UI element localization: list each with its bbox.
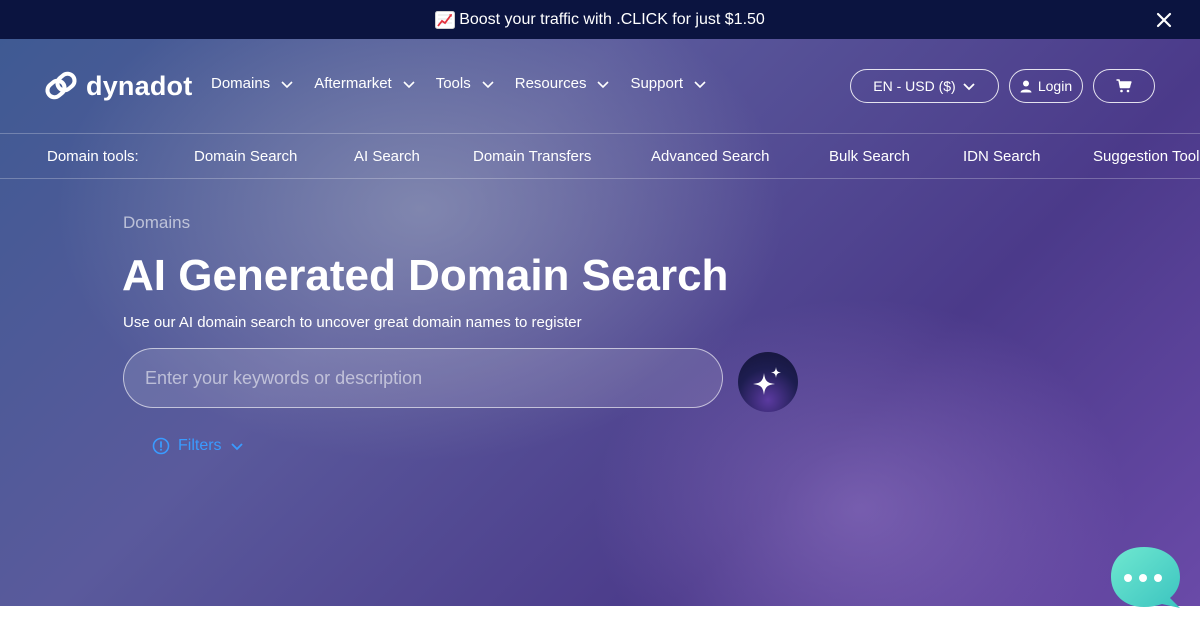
shopping-cart-icon — [1116, 79, 1132, 93]
chevron-down-icon — [281, 80, 293, 88]
nav-item-label: Support — [630, 75, 683, 92]
nav-item-aftermarket[interactable]: Aftermarket — [314, 75, 416, 92]
chart-increasing-icon — [435, 10, 456, 29]
tool-link-suggestion-tool[interactable]: Suggestion Tool — [1093, 148, 1199, 165]
nav-item-label: Aftermarket — [314, 75, 392, 92]
page-title: AI Generated Domain Search — [122, 251, 729, 300]
login-label: Login — [1037, 78, 1073, 94]
dynadot-logo[interactable]: dynadot — [44, 68, 192, 104]
hero-section: dynadot Domains Aftermarket Tools Resour… — [0, 39, 1200, 606]
tool-link-bulk-search[interactable]: Bulk Search — [829, 148, 910, 165]
ai-search-button[interactable] — [738, 352, 798, 412]
language-currency-button[interactable]: EN - USD ($) — [850, 69, 999, 103]
chevron-down-icon — [403, 80, 415, 88]
nav-item-label: Resources — [514, 75, 587, 92]
nav-item-domains[interactable]: Domains — [211, 75, 294, 92]
nav-item-label: Tools — [435, 75, 471, 92]
domain-tools-label: Domain tools: — [47, 147, 139, 165]
chevron-down-icon — [482, 80, 494, 88]
user-icon — [1020, 80, 1032, 92]
nav-menu: Domains Aftermarket Tools Resources Supp… — [211, 75, 707, 92]
domain-tools-bar: Domain tools: Domain Search AI Search Do… — [0, 133, 1200, 179]
promo-bar: Boost your traffic with .CLICK for just … — [0, 0, 1200, 39]
logo-text: dynadot — [86, 70, 193, 101]
page-subtitle: Use our AI domain search to uncover grea… — [123, 314, 582, 331]
chain-link-logo-icon — [45, 71, 77, 100]
info-circle-icon — [152, 437, 170, 455]
tool-link-advanced-search[interactable]: Advanced Search — [651, 148, 769, 165]
tool-link-ai-search[interactable]: AI Search — [354, 148, 420, 165]
nav-item-label: Domains — [211, 75, 271, 92]
breadcrumb[interactable]: Domains — [123, 213, 190, 233]
login-button[interactable]: Login — [1009, 69, 1083, 103]
ai-search-input[interactable] — [123, 348, 723, 408]
chevron-down-icon — [597, 80, 610, 88]
filters-toggle[interactable]: Filters — [152, 437, 244, 455]
main-navbar: dynadot Domains Aftermarket Tools Resour… — [0, 39, 1200, 133]
tool-link-domain-transfers[interactable]: Domain Transfers — [473, 148, 591, 165]
filters-label: Filters — [178, 437, 222, 454]
close-icon[interactable] — [1154, 10, 1174, 30]
nav-item-tools[interactable]: Tools — [436, 75, 495, 92]
chevron-down-icon — [230, 443, 243, 451]
chevron-down-icon — [963, 83, 975, 91]
promo-text: Boost your traffic with .CLICK for just … — [459, 10, 765, 28]
cart-button[interactable] — [1093, 69, 1155, 103]
tool-link-idn-search[interactable]: IDN Search — [963, 148, 1041, 165]
nav-item-support[interactable]: Support — [630, 75, 707, 92]
nav-item-resources[interactable]: Resources — [515, 75, 611, 92]
sparkle-icon — [753, 367, 781, 395]
language-currency-label: EN - USD ($) — [873, 78, 956, 94]
tool-link-domain-search[interactable]: Domain Search — [194, 148, 297, 165]
chat-support-icon[interactable] — [1110, 546, 1182, 612]
chevron-down-icon — [694, 80, 706, 88]
promo-message[interactable]: Boost your traffic with .CLICK for just … — [435, 10, 765, 29]
